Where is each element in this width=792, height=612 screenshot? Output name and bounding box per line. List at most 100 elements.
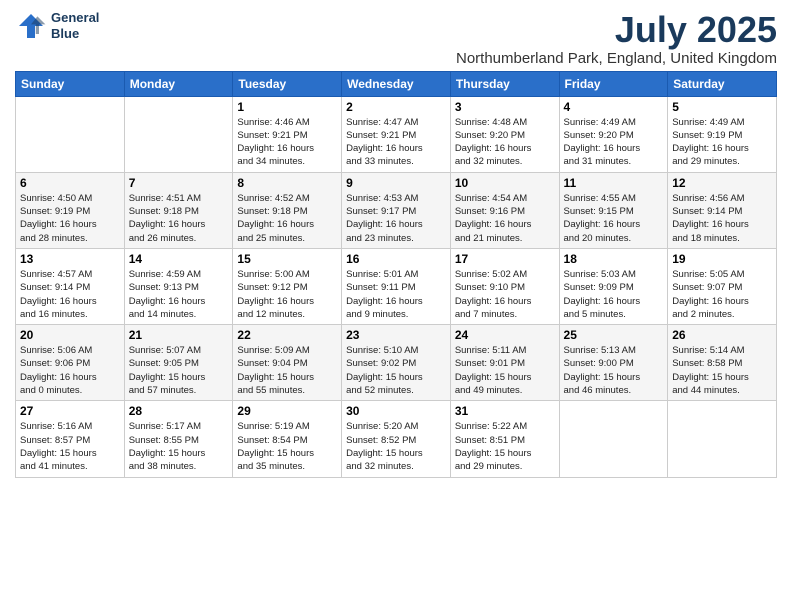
day-info: Sunrise: 5:03 AM Sunset: 9:09 PM Dayligh… — [564, 268, 664, 321]
day-number: 16 — [346, 252, 446, 266]
day-number: 20 — [20, 328, 120, 342]
main-title: July 2025 — [456, 10, 777, 50]
day-number: 26 — [672, 328, 772, 342]
day-number: 15 — [237, 252, 337, 266]
day-number: 12 — [672, 176, 772, 190]
day-number: 7 — [129, 176, 229, 190]
logo-icon — [15, 10, 47, 42]
day-info: Sunrise: 5:01 AM Sunset: 9:11 PM Dayligh… — [346, 268, 446, 321]
calendar-cell: 29 Sunrise: 5:19 AM Sunset: 8:54 PM Dayli… — [233, 401, 342, 477]
day-number: 21 — [129, 328, 229, 342]
calendar-cell: 28 Sunrise: 5:17 AM Sunset: 8:55 PM Dayli… — [124, 401, 233, 477]
calendar-cell: 30 Sunrise: 5:20 AM Sunset: 8:52 PM Dayli… — [342, 401, 451, 477]
calendar-cell: 6Sunrise: 4:50 AM Sunset: 9:19 PM Daylig… — [16, 172, 125, 248]
day-info: Sunrise: 5:09 AM Sunset: 9:04 PM Dayligh… — [237, 344, 337, 397]
day-number: 3 — [455, 100, 555, 114]
day-info: Sunrise: 4:56 AM Sunset: 9:14 PM Dayligh… — [672, 192, 772, 245]
day-info: Sunrise: 5:10 AM Sunset: 9:02 PM Dayligh… — [346, 344, 446, 397]
calendar-cell: 22 Sunrise: 5:09 AM Sunset: 9:04 PM Dayli… — [233, 325, 342, 401]
day-info: Sunrise: 5:20 AM Sunset: 8:52 PM Dayligh… — [346, 420, 446, 473]
logo-line1: General — [51, 10, 99, 26]
calendar-cell: 8 Sunrise: 4:52 AM Sunset: 9:18 PM Daylig… — [233, 172, 342, 248]
day-number: 6 — [20, 176, 120, 190]
logo-text: General Blue — [51, 10, 99, 41]
calendar-cell: 12 Sunrise: 4:56 AM Sunset: 9:14 PM Dayli… — [668, 172, 777, 248]
day-number: 24 — [455, 328, 555, 342]
day-info: Sunrise: 4:51 AM Sunset: 9:18 PM Dayligh… — [129, 192, 229, 245]
day-number: 30 — [346, 404, 446, 418]
day-number: 2 — [346, 100, 446, 114]
day-info: Sunrise: 4:48 AM Sunset: 9:20 PM Dayligh… — [455, 116, 555, 169]
day-header-wednesday: Wednesday — [342, 71, 451, 96]
calendar-cell — [559, 401, 668, 477]
day-info: Sunrise: 4:54 AM Sunset: 9:16 PM Dayligh… — [455, 192, 555, 245]
day-info: Sunrise: 5:07 AM Sunset: 9:05 PM Dayligh… — [129, 344, 229, 397]
day-info: Sunrise: 5:19 AM Sunset: 8:54 PM Dayligh… — [237, 420, 337, 473]
calendar-cell: 13Sunrise: 4:57 AM Sunset: 9:14 PM Dayli… — [16, 248, 125, 324]
calendar-cell: 19 Sunrise: 5:05 AM Sunset: 9:07 PM Dayli… — [668, 248, 777, 324]
calendar-cell: 18Sunrise: 5:03 AM Sunset: 9:09 PM Dayli… — [559, 248, 668, 324]
week-row-5: 27 Sunrise: 5:16 AM Sunset: 8:57 PM Dayli… — [16, 401, 777, 477]
calendar-cell: 15Sunrise: 5:00 AM Sunset: 9:12 PM Dayli… — [233, 248, 342, 324]
calendar-cell: 9 Sunrise: 4:53 AM Sunset: 9:17 PM Daylig… — [342, 172, 451, 248]
day-number: 1 — [237, 100, 337, 114]
calendar-cell: 24Sunrise: 5:11 AM Sunset: 9:01 PM Dayli… — [450, 325, 559, 401]
day-info: Sunrise: 5:05 AM Sunset: 9:07 PM Dayligh… — [672, 268, 772, 321]
calendar-cell: 11 Sunrise: 4:55 AM Sunset: 9:15 PM Dayli… — [559, 172, 668, 248]
week-row-2: 6Sunrise: 4:50 AM Sunset: 9:19 PM Daylig… — [16, 172, 777, 248]
week-row-3: 13Sunrise: 4:57 AM Sunset: 9:14 PM Dayli… — [16, 248, 777, 324]
day-number: 5 — [672, 100, 772, 114]
day-header-friday: Friday — [559, 71, 668, 96]
day-number: 10 — [455, 176, 555, 190]
day-number: 4 — [564, 100, 664, 114]
calendar-cell: 16 Sunrise: 5:01 AM Sunset: 9:11 PM Dayli… — [342, 248, 451, 324]
calendar-cell: 1Sunrise: 4:46 AM Sunset: 9:21 PM Daylig… — [233, 96, 342, 172]
week-row-1: 1Sunrise: 4:46 AM Sunset: 9:21 PM Daylig… — [16, 96, 777, 172]
calendar-table: SundayMondayTuesdayWednesdayThursdayFrid… — [15, 71, 777, 478]
day-number: 27 — [20, 404, 120, 418]
calendar-cell: 14 Sunrise: 4:59 AM Sunset: 9:13 PM Dayli… — [124, 248, 233, 324]
day-info: Sunrise: 5:02 AM Sunset: 9:10 PM Dayligh… — [455, 268, 555, 321]
calendar-cell: 21 Sunrise: 5:07 AM Sunset: 9:05 PM Dayli… — [124, 325, 233, 401]
day-header-sunday: Sunday — [16, 71, 125, 96]
day-number: 11 — [564, 176, 664, 190]
calendar-cell: 23 Sunrise: 5:10 AM Sunset: 9:02 PM Dayli… — [342, 325, 451, 401]
day-number: 8 — [237, 176, 337, 190]
day-info: Sunrise: 4:53 AM Sunset: 9:17 PM Dayligh… — [346, 192, 446, 245]
calendar-cell: 25Sunrise: 5:13 AM Sunset: 9:00 PM Dayli… — [559, 325, 668, 401]
day-number: 17 — [455, 252, 555, 266]
calendar-cell — [16, 96, 125, 172]
day-info: Sunrise: 4:52 AM Sunset: 9:18 PM Dayligh… — [237, 192, 337, 245]
day-number: 14 — [129, 252, 229, 266]
day-number: 28 — [129, 404, 229, 418]
header: General Blue July 2025 Northumberland Pa… — [15, 10, 777, 67]
day-info: Sunrise: 5:17 AM Sunset: 8:55 PM Dayligh… — [129, 420, 229, 473]
calendar-cell: 26 Sunrise: 5:14 AM Sunset: 8:58 PM Dayli… — [668, 325, 777, 401]
day-number: 23 — [346, 328, 446, 342]
calendar-cell: 7 Sunrise: 4:51 AM Sunset: 9:18 PM Daylig… — [124, 172, 233, 248]
day-info: Sunrise: 5:16 AM Sunset: 8:57 PM Dayligh… — [20, 420, 120, 473]
day-number: 19 — [672, 252, 772, 266]
day-info: Sunrise: 4:55 AM Sunset: 9:15 PM Dayligh… — [564, 192, 664, 245]
day-number: 9 — [346, 176, 446, 190]
day-info: Sunrise: 4:49 AM Sunset: 9:19 PM Dayligh… — [672, 116, 772, 169]
day-info: Sunrise: 4:59 AM Sunset: 9:13 PM Dayligh… — [129, 268, 229, 321]
calendar-cell: 10 Sunrise: 4:54 AM Sunset: 9:16 PM Dayli… — [450, 172, 559, 248]
day-number: 31 — [455, 404, 555, 418]
day-number: 22 — [237, 328, 337, 342]
calendar-cell: 4 Sunrise: 4:49 AM Sunset: 9:20 PM Daylig… — [559, 96, 668, 172]
day-info: Sunrise: 5:14 AM Sunset: 8:58 PM Dayligh… — [672, 344, 772, 397]
day-info: Sunrise: 4:47 AM Sunset: 9:21 PM Dayligh… — [346, 116, 446, 169]
calendar-cell — [124, 96, 233, 172]
calendar-cell — [668, 401, 777, 477]
day-info: Sunrise: 5:22 AM Sunset: 8:51 PM Dayligh… — [455, 420, 555, 473]
day-info: Sunrise: 4:49 AM Sunset: 9:20 PM Dayligh… — [564, 116, 664, 169]
subtitle: Northumberland Park, England, United Kin… — [456, 50, 777, 67]
day-header-tuesday: Tuesday — [233, 71, 342, 96]
day-number: 13 — [20, 252, 120, 266]
calendar-cell: 27 Sunrise: 5:16 AM Sunset: 8:57 PM Dayli… — [16, 401, 125, 477]
day-header-monday: Monday — [124, 71, 233, 96]
day-number: 25 — [564, 328, 664, 342]
calendar-cell: 31 Sunrise: 5:22 AM Sunset: 8:51 PM Dayli… — [450, 401, 559, 477]
day-number: 29 — [237, 404, 337, 418]
